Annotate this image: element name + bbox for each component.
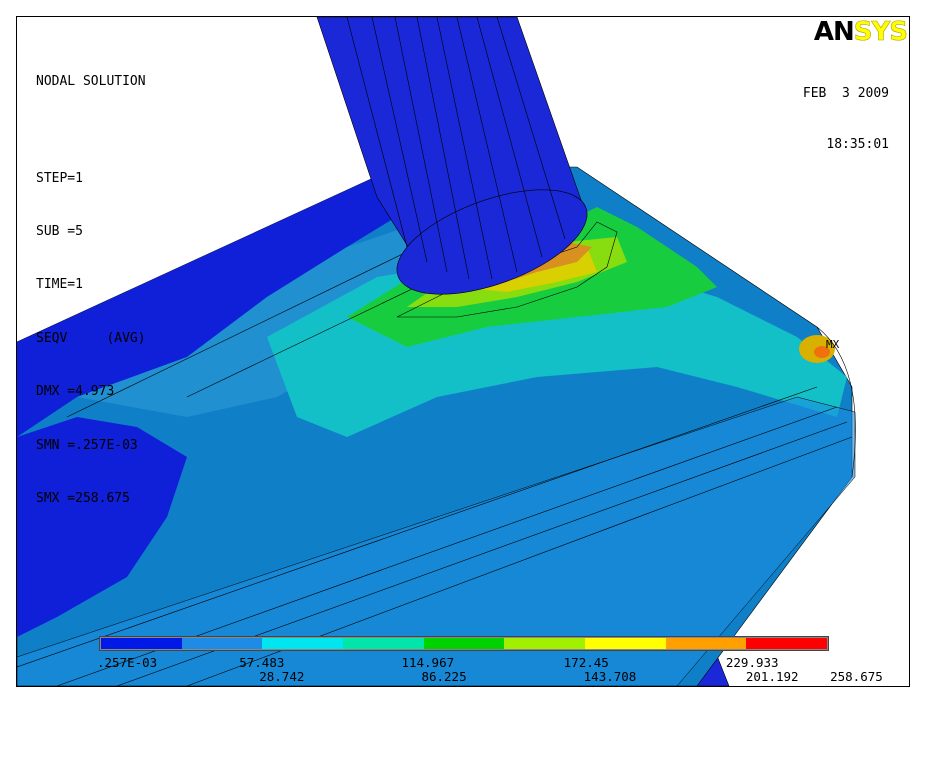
- legend-swatch: [101, 638, 182, 649]
- date-value: FEB 3 2009: [802, 86, 889, 101]
- step-value: STEP=1: [36, 170, 83, 186]
- legend-swatch: [585, 638, 666, 649]
- legend-label: 258.675: [830, 669, 883, 684]
- legend-label: 201.192: [745, 669, 799, 684]
- ansys-logo: ANSYS: [813, 17, 908, 47]
- time-of-day: 18:35:01: [826, 137, 889, 152]
- plot-title: NODAL SOLUTION: [36, 73, 146, 89]
- substep-value: SUB =5: [36, 223, 83, 239]
- graphics-viewport[interactable]: NODAL SOLUTION STEP=1 SUB =5 TIME=1 SEQV…: [16, 16, 910, 687]
- contour-plot: [17, 17, 856, 686]
- legend-swatch: [746, 638, 828, 649]
- legend-label: 172.45: [563, 655, 609, 670]
- legend-label: 57.483: [239, 655, 285, 670]
- smn-value: SMN =.257E-03: [36, 437, 138, 453]
- legend-label: .257E-03: [97, 655, 158, 670]
- legend-swatch: [504, 638, 586, 649]
- dmx-value: DMX =4.973: [36, 384, 115, 400]
- legend-label: 143.708: [583, 669, 637, 684]
- max-marker: MX: [826, 338, 840, 351]
- time-value: TIME=1: [36, 277, 83, 293]
- legend-label: 28.742: [259, 669, 305, 684]
- legend-swatch: [343, 638, 424, 649]
- legend-swatch: [262, 638, 344, 649]
- legend-label: 229.933: [725, 655, 779, 670]
- legend-label: 114.967: [401, 655, 455, 670]
- legend-swatch: [181, 638, 263, 649]
- quantity-label: SEQV (AVG): [36, 330, 146, 346]
- legend-swatch: [665, 638, 747, 649]
- smx-value: SMX =258.675: [36, 490, 130, 506]
- legend-swatch: [423, 638, 505, 649]
- solution-info: NODAL SOLUTION STEP=1 SUB =5 TIME=1 SEQV…: [36, 37, 146, 543]
- contour-legend-bar: [99, 636, 829, 651]
- legend-label: 86.225: [421, 669, 467, 684]
- date-stamp: FEB 3 2009 18:35:01: [803, 51, 889, 187]
